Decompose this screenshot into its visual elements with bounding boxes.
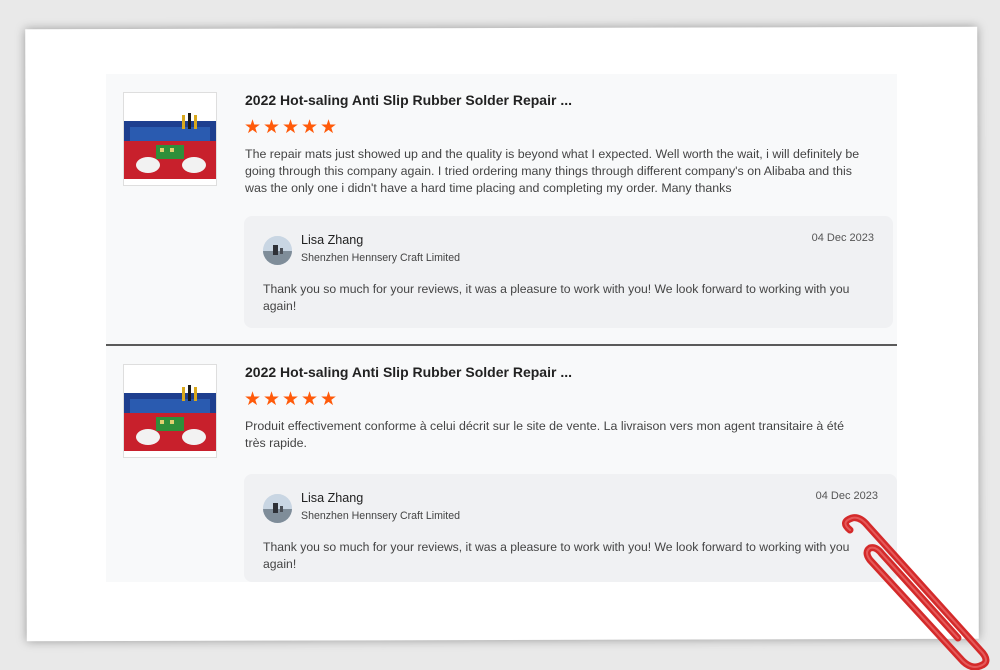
review-text: Produit effectivement conforme à celui d… <box>245 419 844 450</box>
review-card: 2022 Hot-saling Anti Slip Rubber Solder … <box>106 346 897 582</box>
reply-company: Shenzhen Hennsery Craft Limited <box>301 510 460 522</box>
star-icon: ★ <box>320 117 338 138</box>
supplier-reply: Lisa Zhang Shenzhen Hennsery Craft Limit… <box>244 216 893 328</box>
star-icon: ★ <box>282 117 300 138</box>
rating-stars: ★ ★ ★ ★ ★ <box>244 389 338 410</box>
paperclip-icon <box>842 514 990 670</box>
star-icon: ★ <box>244 117 262 138</box>
product-thumbnail[interactable] <box>123 92 217 186</box>
star-icon: ★ <box>244 389 262 410</box>
avatar <box>263 494 292 523</box>
reply-company: Shenzhen Hennsery Craft Limited <box>301 252 460 264</box>
star-icon: ★ <box>301 389 319 410</box>
star-icon: ★ <box>320 389 338 410</box>
reply-author-name: Lisa Zhang <box>301 233 364 247</box>
star-icon: ★ <box>282 389 300 410</box>
reply-date: 04 Dec 2023 <box>811 232 874 244</box>
product-thumbnail[interactable] <box>123 364 217 458</box>
product-title[interactable]: 2022 Hot-saling Anti Slip Rubber Solder … <box>245 92 572 108</box>
reply-text: Thank you so much for your reviews, it w… <box>263 282 850 313</box>
review-text: The repair mats just showed up and the q… <box>245 147 860 195</box>
star-icon: ★ <box>263 117 281 138</box>
avatar <box>263 236 292 265</box>
star-icon: ★ <box>263 389 281 410</box>
review-card: 2022 Hot-saling Anti Slip Rubber Solder … <box>106 74 897 344</box>
rating-stars: ★ ★ ★ ★ ★ <box>244 117 338 138</box>
star-icon: ★ <box>301 117 319 138</box>
reply-author-name: Lisa Zhang <box>301 491 364 505</box>
supplier-reply: Lisa Zhang Shenzhen Hennsery Craft Limit… <box>244 474 897 582</box>
reply-text: Thank you so much for your reviews, it w… <box>263 540 850 571</box>
reply-date: 04 Dec 2023 <box>815 490 878 502</box>
product-title[interactable]: 2022 Hot-saling Anti Slip Rubber Solder … <box>245 364 572 380</box>
